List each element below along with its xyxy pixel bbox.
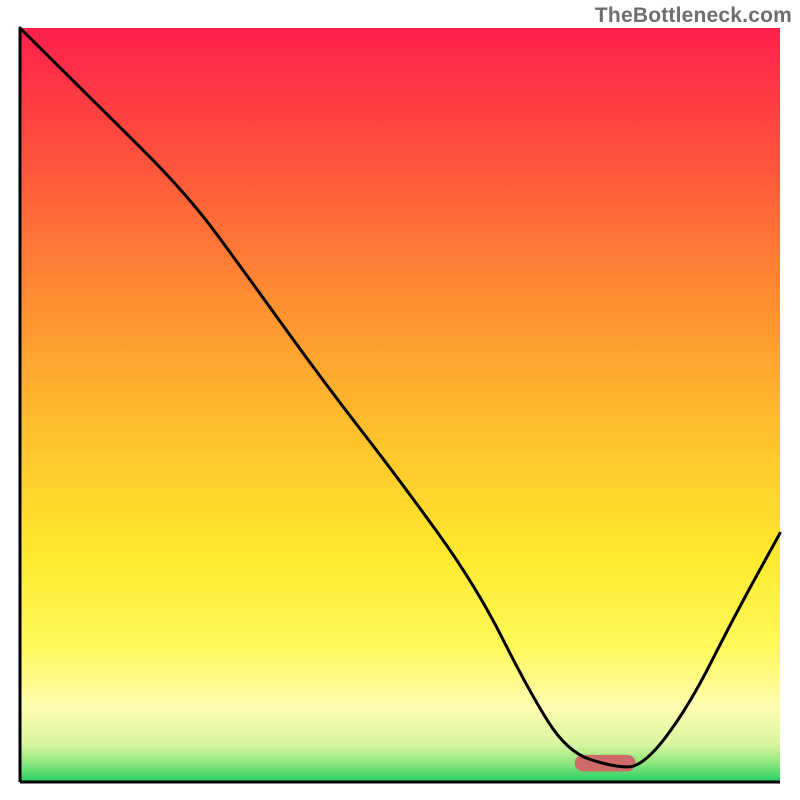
watermark-text: TheBottleneck.com [595,4,792,28]
chart-container: TheBottleneck.com [0,0,800,800]
bottleneck-curve-chart [0,0,800,800]
